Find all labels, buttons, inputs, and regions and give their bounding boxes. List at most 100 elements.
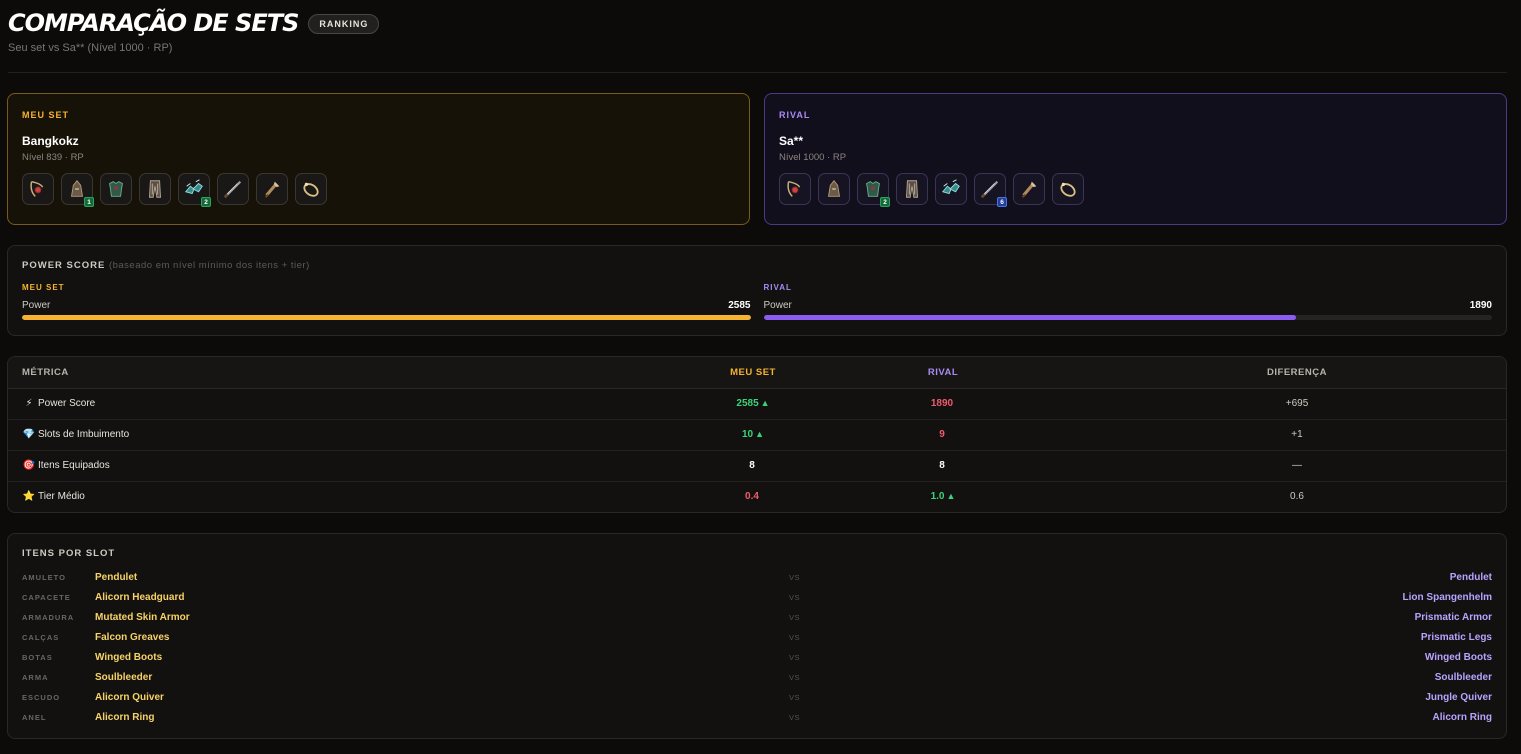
gem-icon: 💎 xyxy=(22,429,36,440)
equipment-slot[interactable] xyxy=(22,173,54,205)
my-equipment-slots: 12 xyxy=(22,173,735,207)
boots-icon xyxy=(940,178,962,200)
vs-label: VS xyxy=(789,652,801,662)
power-score-heading: POWER SCORE xyxy=(22,260,106,271)
rival-power-row-label: Power xyxy=(763,300,792,311)
my-power-bar-fill xyxy=(22,315,751,320)
my-item-name: Soulbleeder xyxy=(95,671,153,683)
slot-row: ESCUDO Alicorn Quiver VS Jungle Quiver xyxy=(22,687,1492,707)
mine-value: 10 xyxy=(741,429,754,440)
slot-name-label: AMULETO xyxy=(22,572,66,582)
equipment-slot[interactable] xyxy=(295,173,327,205)
star-icon: ⭐ xyxy=(22,491,36,503)
header-mine: MEU SET xyxy=(508,357,798,389)
my-power-bar xyxy=(22,315,751,320)
rival-power-bar-fill xyxy=(763,315,1297,320)
slot-name-label: CALÇAS xyxy=(22,632,60,642)
slot-row: CALÇAS Falcon Greaves VS Prismatic Legs xyxy=(22,627,1492,647)
table-row: 🎯 Itens Equipados 8 8 — xyxy=(8,450,1506,482)
slot-row: AMULETO Pendulet VS Pendulet xyxy=(22,567,1492,587)
equipment-slot[interactable] xyxy=(139,173,171,205)
equipment-slot[interactable]: 6 xyxy=(974,173,1007,207)
equipment-slot[interactable] xyxy=(779,173,811,205)
rival-set-label: RIVAL xyxy=(779,110,811,120)
slot-row: ARMA Soulbleeder VS Soulbleeder xyxy=(22,667,1492,687)
equipment-slot[interactable] xyxy=(256,173,288,205)
diff-value: +1 xyxy=(1088,419,1506,451)
table-row: ⚡ Power Score 2585 ▲ 1890 +695 xyxy=(8,388,1506,420)
slot-name-label: ARMA xyxy=(22,672,49,682)
my-character-name: Bangkokz xyxy=(22,134,79,148)
rival-item-name: Alicorn Ring xyxy=(1432,711,1492,723)
rival-item-name: Jungle Quiver xyxy=(1425,691,1492,703)
rival-power-value: 1890 xyxy=(1469,300,1492,311)
equipment-slot[interactable] xyxy=(1052,173,1084,205)
slot-row: ANEL Alicorn Ring VS Alicorn Ring xyxy=(22,707,1492,727)
header-diff: DIFERENÇA xyxy=(1088,357,1506,389)
header-metric: MÉTRICA xyxy=(8,357,508,389)
up-arrow-icon: ▲ xyxy=(760,398,770,408)
vs-label: VS xyxy=(789,612,801,622)
power-score-note: (baseado em nível mínimo dos itens + tie… xyxy=(108,260,310,271)
vs-label: VS xyxy=(789,712,801,722)
diff-value: 0.6 xyxy=(1290,491,1304,503)
equipment-slot[interactable]: 2 xyxy=(178,173,211,207)
rival-value: 8 xyxy=(939,460,945,471)
tier-badge: 1 xyxy=(84,197,94,207)
slot-row: ARMADURA Mutated Skin Armor VS Prismatic Ar… xyxy=(22,607,1492,627)
rival-item-name: Prismatic Legs xyxy=(1420,631,1492,643)
equipment-slot[interactable] xyxy=(100,173,132,205)
legs-icon xyxy=(901,178,923,200)
slot-name-label: ESCUDO xyxy=(22,692,61,702)
target-icon: 🎯 xyxy=(22,460,36,471)
amulet-icon xyxy=(27,178,49,200)
my-set-card: MEU SET Bangkokz Nível 839 · RP 12 xyxy=(7,93,750,225)
helmet-icon xyxy=(823,178,845,200)
vs-label: VS xyxy=(789,632,801,642)
metrics-table: MÉTRICA MEU SET RIVAL DIFERENÇA ⚡ Power S… xyxy=(8,357,1506,512)
metric-label: Itens Equipados xyxy=(38,460,110,471)
my-item-name: Falcon Greaves xyxy=(95,631,170,643)
my-power-value: 2585 xyxy=(728,300,751,311)
rival-character-name: Sa** xyxy=(779,134,804,148)
metric-label: Tier Médio xyxy=(38,491,85,503)
table-row: 💎 Slots de Imbuimento 10 ▲ 9 +1 xyxy=(8,419,1506,451)
header-rival: RIVAL xyxy=(798,357,1088,389)
rival-item-name: Lion Spangenhelm xyxy=(1402,591,1492,603)
ring-icon xyxy=(1057,178,1079,200)
rival-power-column: RIVAL Power 1890 xyxy=(763,283,1492,320)
equipment-slot[interactable]: 1 xyxy=(61,173,94,207)
ranking-badge[interactable]: RANKING xyxy=(308,14,380,34)
slot-rows: AMULETO Pendulet VS Pendulet CAPACETE Alicorn… xyxy=(22,567,1492,727)
metric-label: Slots de Imbuimento xyxy=(38,429,130,440)
legs-icon xyxy=(144,178,166,200)
mine-value: 8 xyxy=(749,460,755,471)
mine-value: 0.4 xyxy=(745,491,759,503)
page-header: COMPARAÇÃO DE SETS RANKING Seu set vs Sa… xyxy=(8,8,1507,54)
amulet-icon xyxy=(784,178,806,200)
equipment-slot[interactable]: 2 xyxy=(857,173,890,207)
quiver-icon xyxy=(1018,178,1040,200)
power-score-card: POWER SCORE (baseado em nível mínimo dos… xyxy=(7,245,1507,336)
quiver-icon xyxy=(261,178,283,200)
equipment-slot[interactable] xyxy=(896,173,928,205)
rival-value: 1.0 xyxy=(930,491,945,503)
equipment-slot[interactable] xyxy=(1013,173,1045,205)
vs-label: VS xyxy=(789,592,801,602)
vs-label: VS xyxy=(789,572,801,582)
my-item-name: Pendulet xyxy=(95,571,138,583)
diff-value: — xyxy=(1088,450,1506,482)
equipment-slot[interactable] xyxy=(818,173,850,205)
power-score-title: POWER SCORE (baseado em nível mínimo dos… xyxy=(22,260,1492,271)
equipment-slot[interactable] xyxy=(217,173,249,205)
my-power-row-label: Power xyxy=(22,300,51,311)
rival-power-label: RIVAL xyxy=(763,283,792,292)
equipment-slot[interactable] xyxy=(935,173,967,205)
rival-item-name: Prismatic Armor xyxy=(1414,611,1492,623)
tier-badge: 2 xyxy=(201,197,211,207)
rival-value: 9 xyxy=(939,429,945,440)
my-set-label: MEU SET xyxy=(22,110,70,120)
rival-item-name: Pendulet xyxy=(1449,571,1492,583)
metric-label: Power Score xyxy=(38,398,96,409)
rival-item-name: Soulbleeder xyxy=(1434,671,1492,683)
